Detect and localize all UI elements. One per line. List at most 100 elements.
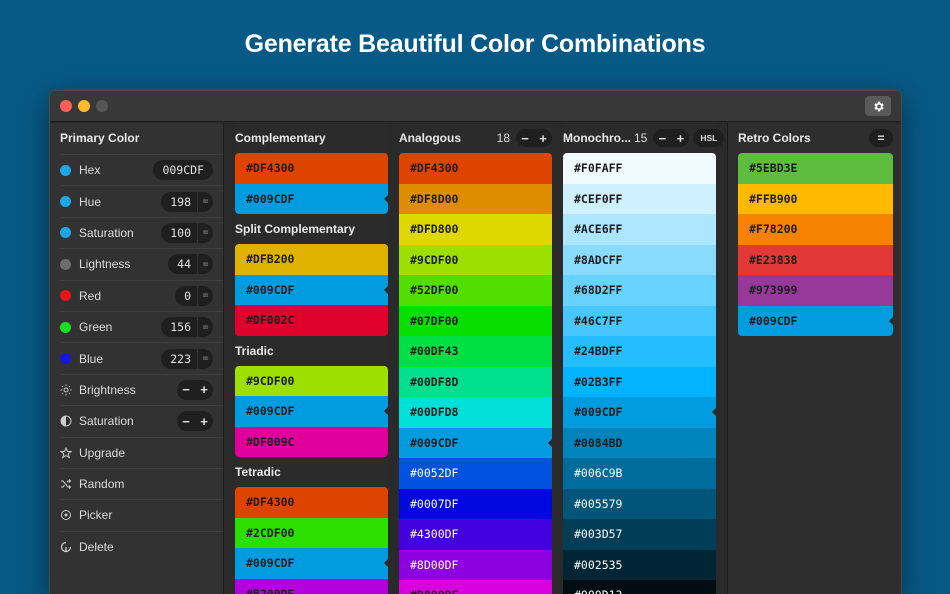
sidebar-action-random[interactable]: Random bbox=[60, 467, 223, 499]
hsl-mode-button[interactable]: HSL bbox=[693, 129, 725, 147]
color-swatch[interactable]: #46C7FF bbox=[563, 305, 716, 336]
color-swatch[interactable]: #00DF8D bbox=[399, 366, 552, 397]
color-swatch[interactable]: #D800DF bbox=[399, 580, 552, 594]
settings-button[interactable] bbox=[865, 96, 891, 116]
sidebar-action-delete[interactable]: Delete bbox=[60, 530, 223, 562]
target-icon bbox=[60, 509, 72, 521]
color-dot bbox=[60, 227, 71, 239]
color-swatch[interactable]: #9CDF00 bbox=[235, 365, 388, 396]
color-swatch[interactable]: #8D00DF bbox=[399, 549, 552, 580]
shuffle-icon bbox=[60, 478, 72, 490]
color-swatch[interactable]: #009CDF bbox=[235, 183, 388, 214]
color-swatch[interactable]: #009CDF bbox=[738, 305, 893, 336]
color-swatch[interactable]: #009CDF bbox=[563, 397, 716, 428]
color-swatch[interactable]: #0007DF bbox=[399, 488, 552, 519]
sidebar-action-picker[interactable]: Picker bbox=[60, 499, 223, 530]
color-swatch[interactable]: #003D57 bbox=[563, 519, 716, 550]
analogous-minus-button[interactable]: − bbox=[516, 131, 534, 146]
color-swatch[interactable]: #B200DF bbox=[235, 578, 388, 594]
hex-input[interactable]: 009CDF bbox=[153, 160, 213, 181]
equals-icon[interactable]: = bbox=[197, 222, 213, 243]
color-swatch[interactable]: #009CDF bbox=[235, 274, 388, 305]
color-swatch[interactable]: #000D13 bbox=[563, 580, 716, 594]
color-swatch[interactable]: #8ADCFF bbox=[563, 244, 716, 275]
brightness-minus-button[interactable]: − bbox=[177, 380, 195, 400]
color-swatch[interactable]: #24BDFF bbox=[563, 336, 716, 367]
color-swatch[interactable]: #5EBD3E bbox=[738, 153, 893, 184]
value-field[interactable]: 223 = bbox=[161, 348, 213, 369]
retro-column: Retro Colors = #5EBD3E #FFB900 #F78200 #E23… bbox=[728, 123, 901, 594]
color-swatch[interactable]: #CEF0FF bbox=[563, 183, 716, 214]
close-window-button[interactable] bbox=[60, 100, 72, 112]
row-label: Lightness bbox=[79, 257, 131, 272]
retro-header: Retro Colors = bbox=[738, 123, 893, 153]
analogous-plus-button[interactable]: + bbox=[534, 131, 552, 146]
monochromatic-plus-button[interactable]: + bbox=[671, 131, 689, 146]
value-field[interactable]: 198 = bbox=[161, 191, 213, 212]
value-field[interactable]: 156 = bbox=[161, 317, 213, 338]
marketing-headline: Generate Beautiful Color Combinations bbox=[244, 30, 706, 58]
color-swatch[interactable]: #DF002C bbox=[235, 305, 388, 336]
brightness-label: Brightness bbox=[79, 382, 136, 397]
value-field[interactable]: 0 = bbox=[175, 285, 213, 306]
color-swatch[interactable]: #002535 bbox=[563, 549, 716, 580]
equals-icon[interactable]: = bbox=[197, 191, 213, 212]
zoom-window-button[interactable] bbox=[96, 100, 108, 112]
color-swatch[interactable]: #DF4300 bbox=[235, 487, 388, 518]
color-swatch[interactable]: #F78200 bbox=[738, 214, 893, 245]
saturation-plus-button[interactable]: + bbox=[195, 411, 213, 431]
value-field[interactable]: 44 = bbox=[168, 254, 213, 275]
value-text: 44 bbox=[177, 257, 191, 272]
color-swatch[interactable]: #009CDF bbox=[235, 396, 388, 427]
row-label: Blue bbox=[79, 351, 104, 366]
value-text: 100 bbox=[170, 225, 191, 240]
color-swatch[interactable]: #009CDF bbox=[399, 427, 552, 458]
color-swatch[interactable]: #DFB200 bbox=[235, 244, 388, 275]
split-complementary-group: #DFB200 #009CDF #DF002C bbox=[235, 244, 388, 336]
equals-icon[interactable]: = bbox=[197, 285, 213, 306]
sidebar-action-upgrade[interactable]: Upgrade bbox=[60, 436, 223, 468]
color-swatch[interactable]: #68D2FF bbox=[563, 275, 716, 306]
color-swatch[interactable]: #00DFD8 bbox=[399, 397, 552, 428]
color-swatch[interactable]: #07DF00 bbox=[399, 305, 552, 336]
equals-icon[interactable]: = bbox=[197, 348, 213, 369]
color-swatch[interactable]: #009CDF bbox=[235, 548, 388, 579]
color-swatch[interactable]: #006C9B bbox=[563, 458, 716, 489]
color-swatch[interactable]: #00DF43 bbox=[399, 336, 552, 367]
monochromatic-column: Monochro... 15 − + HSL #F0FAFF #CEF0FF #ACE… bbox=[563, 123, 725, 594]
color-swatch[interactable]: #52DF00 bbox=[399, 275, 552, 306]
row-label: Green bbox=[79, 320, 113, 335]
color-swatch[interactable]: #DF009C bbox=[235, 426, 388, 457]
equals-icon[interactable]: = bbox=[197, 254, 213, 275]
color-swatch[interactable]: #0052DF bbox=[399, 458, 552, 489]
color-swatch[interactable]: #DF4300 bbox=[399, 153, 552, 184]
value-text: 156 bbox=[170, 320, 191, 335]
color-swatch[interactable]: #E23838 bbox=[738, 244, 893, 275]
color-swatch[interactable]: #ACE6FF bbox=[563, 214, 716, 245]
split-complementary-title: Split Complementary bbox=[235, 222, 356, 236]
color-swatch[interactable]: #4300DF bbox=[399, 519, 552, 550]
color-swatch[interactable]: #DF4300 bbox=[235, 153, 388, 184]
tetradic-group: #DF4300 #2CDF00 #009CDF #B200DF bbox=[235, 487, 388, 594]
retro-menu-button[interactable]: = bbox=[869, 129, 893, 147]
color-swatch[interactable]: #DFD800 bbox=[399, 214, 552, 245]
color-swatch[interactable]: #0084BD bbox=[563, 427, 716, 458]
color-swatch[interactable]: #02B3FF bbox=[563, 366, 716, 397]
color-swatch[interactable]: #F0FAFF bbox=[563, 153, 716, 184]
color-swatch[interactable]: #005579 bbox=[563, 488, 716, 519]
color-swatch[interactable]: #2CDF00 bbox=[235, 517, 388, 548]
color-swatch[interactable]: #DF8D00 bbox=[399, 183, 552, 214]
color-swatch[interactable]: #973999 bbox=[738, 275, 893, 306]
brightness-plus-button[interactable]: + bbox=[195, 380, 213, 400]
title-bar bbox=[50, 91, 901, 122]
color-swatch[interactable]: #9CDF00 bbox=[399, 244, 552, 275]
complementary-title: Complementary bbox=[235, 131, 326, 145]
monochromatic-minus-button[interactable]: − bbox=[653, 131, 671, 146]
monochromatic-group: #F0FAFF #CEF0FF #ACE6FF #8ADCFF #68D2FF #46C7… bbox=[563, 153, 716, 594]
equals-icon[interactable]: = bbox=[197, 317, 213, 338]
minimize-window-button[interactable] bbox=[78, 100, 90, 112]
color-swatch[interactable]: #FFB900 bbox=[738, 183, 893, 214]
value-field[interactable]: 100 = bbox=[161, 222, 213, 243]
saturation-minus-button[interactable]: − bbox=[177, 411, 195, 431]
brightness-row: Brightness − + bbox=[60, 373, 223, 405]
